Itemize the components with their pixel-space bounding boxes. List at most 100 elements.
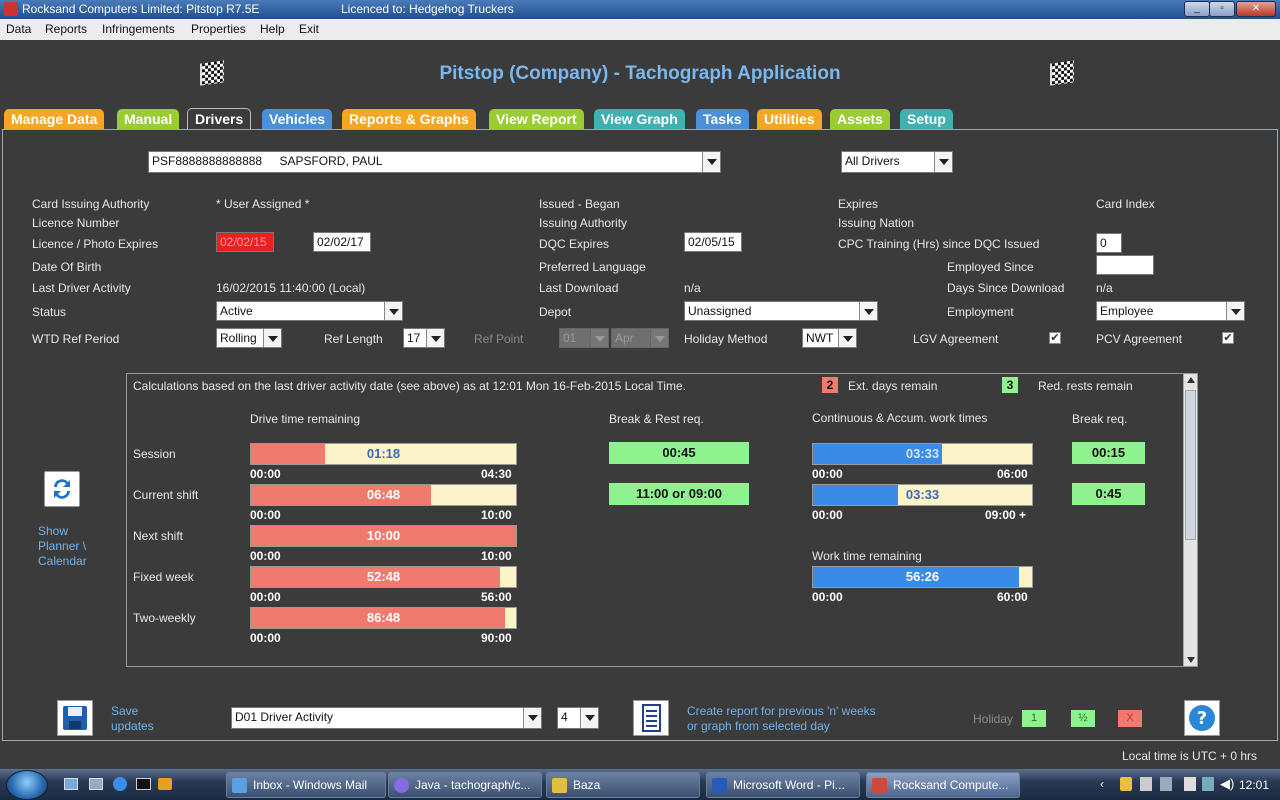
work-time-min: 00:00 <box>812 590 843 604</box>
scroll-thumb[interactable] <box>1185 390 1196 540</box>
wtd-ref-period-select[interactable]: Rolling <box>216 328 282 348</box>
show-planner-calendar-link[interactable]: Show Planner \ Calendar <box>38 524 98 569</box>
help-button[interactable]: ? <box>1184 700 1220 736</box>
continuous-work-bar-value: 03:33 <box>905 446 940 461</box>
tab-view-graph[interactable]: View Graph <box>594 109 685 129</box>
word-icon <box>712 778 727 793</box>
tab-vehicles[interactable]: Vehicles <box>262 109 333 129</box>
taskbar-item-baza[interactable]: Baza <box>546 772 700 798</box>
tray-expand-icon[interactable]: ‹ <box>1100 777 1104 791</box>
tray-monitor-icon[interactable] <box>1202 777 1214 791</box>
command-prompt-icon[interactable] <box>136 778 151 790</box>
create-report-link[interactable]: Create report for previous 'n' weeks or … <box>687 704 882 734</box>
save-button[interactable] <box>57 700 93 736</box>
ref-length-select[interactable]: 17 <box>403 328 445 348</box>
dqc-expires-field[interactable]: 02/05/15 <box>684 232 742 252</box>
maximize-icon[interactable]: ▫ <box>1209 1 1235 17</box>
tab-view-report[interactable]: View Report <box>489 109 584 129</box>
card-issuing-authority-label: Card Issuing Authority <box>32 197 150 211</box>
lgv-agreement-checkbox[interactable]: ✔ <box>1049 332 1061 344</box>
employment-label: Employment <box>947 305 1014 319</box>
break-rest-session: 00:45 <box>609 442 749 464</box>
taskbar-item-word[interactable]: Microsoft Word - Pi... <box>706 772 860 798</box>
driver-filter-value: All Drivers <box>845 154 900 168</box>
tab-setup[interactable]: Setup <box>900 109 953 129</box>
scroll-up-icon[interactable] <box>1187 377 1195 383</box>
depot-value: Unassigned <box>688 304 752 318</box>
close-icon[interactable]: ✕ <box>1236 1 1276 17</box>
tab-manual[interactable]: Manual <box>117 109 180 129</box>
session-max: 04:30 <box>481 467 512 481</box>
pcv-agreement-checkbox[interactable]: ✔ <box>1222 332 1234 344</box>
report-select[interactable]: D01 Driver Activity <box>231 707 542 729</box>
chevron-down-icon <box>859 302 877 320</box>
chevron-down-icon <box>934 152 952 172</box>
save-updates-label[interactable]: Save updates <box>111 704 161 734</box>
ref-length-value: 17 <box>407 331 421 345</box>
tab-manage-data[interactable]: Manage Data <box>4 109 105 129</box>
minimize-icon[interactable]: _ <box>1184 1 1210 17</box>
tab-assets[interactable]: Assets <box>830 109 890 129</box>
two-weekly-label: Two-weekly <box>133 611 196 625</box>
depot-select[interactable]: Unassigned <box>684 301 878 321</box>
tray-shield-icon[interactable] <box>1120 777 1132 791</box>
driver-select[interactable]: PSF8888888888888 SAPSFORD, PAUL <box>148 151 721 173</box>
tab-reports-graphs[interactable]: Reports & Graphs <box>342 109 476 129</box>
menu-bar: Data Reports Infringements Properties He… <box>0 19 1280 40</box>
ref-point-day-select[interactable]: 01 <box>559 328 609 348</box>
tray-device-icon[interactable] <box>1184 777 1196 791</box>
menu-infringements[interactable]: Infringements <box>102 22 175 36</box>
ref-point-month-value: Apr <box>615 331 634 345</box>
holiday-method-select[interactable]: NWT <box>802 328 857 348</box>
employment-select[interactable]: Employee <box>1096 301 1245 321</box>
ref-point-month-select[interactable]: Apr <box>611 328 669 348</box>
internet-explorer-icon[interactable] <box>113 777 127 791</box>
holiday-remove-button[interactable]: X <box>1118 710 1142 727</box>
menu-data[interactable]: Data <box>6 22 31 36</box>
tab-utilities[interactable]: Utilities <box>757 109 822 129</box>
start-button[interactable] <box>6 770 48 800</box>
scroll-down-icon[interactable] <box>1187 657 1195 663</box>
driver-filter-select[interactable]: All Drivers <box>841 151 953 173</box>
ref-point-day-value: 01 <box>563 331 577 345</box>
lgv-agreement-label: LGV Agreement <box>913 332 999 346</box>
tray-tool-icon[interactable] <box>1140 777 1152 791</box>
menu-reports[interactable]: Reports <box>45 22 87 36</box>
status-select[interactable]: Active <box>216 301 403 321</box>
taskbar-item-mail[interactable]: Inbox - Windows Mail <box>226 772 386 798</box>
ext-days-label: Ext. days remain <box>848 379 938 393</box>
last-download-label: Last Download <box>539 281 619 295</box>
taskbar-item-java[interactable]: Java - tachograph/c... <box>388 772 542 798</box>
menu-properties[interactable]: Properties <box>191 22 246 36</box>
expires-label: Expires <box>838 197 879 211</box>
create-report-button[interactable] <box>633 700 669 736</box>
employed-since-label: Employed Since <box>947 260 1034 274</box>
tab-tasks[interactable]: Tasks <box>696 109 749 129</box>
holiday-half-button[interactable]: ½ <box>1071 710 1095 727</box>
menu-help[interactable]: Help <box>260 22 285 36</box>
refresh-button[interactable] <box>44 471 80 507</box>
document-icon <box>642 704 661 732</box>
holiday-full-button[interactable]: 1 <box>1022 710 1046 727</box>
photo-expires-field[interactable]: 02/02/17 <box>313 232 371 252</box>
tray-volume-icon[interactable]: ◀) <box>1220 776 1234 792</box>
tab-drivers[interactable]: Drivers <box>187 108 252 130</box>
taskbar-item-pitstop[interactable]: Rocksand Compute... <box>866 772 1020 798</box>
cpc-training-label: CPC Training (Hrs) since DQC Issued <box>838 237 1040 251</box>
cpc-training-field[interactable]: 0 <box>1096 233 1122 253</box>
licence-expires-field[interactable]: 02/02/15 <box>216 232 274 252</box>
taskbar-item-java-label: Java - tachograph/c... <box>415 778 531 792</box>
weeks-select[interactable]: 4 <box>557 707 599 729</box>
drive-time-heading: Drive time remaining <box>250 412 361 426</box>
weeks-select-value: 4 <box>561 710 568 724</box>
pitstop-icon <box>872 778 887 793</box>
employed-since-field[interactable] <box>1096 255 1154 275</box>
menu-exit[interactable]: Exit <box>299 22 319 36</box>
calc-scrollbar[interactable] <box>1183 374 1197 666</box>
continuous-heading: Continuous & Accum. work times <box>812 411 988 425</box>
tray-network-icon[interactable] <box>1160 777 1172 791</box>
switch-windows-icon[interactable] <box>89 778 103 790</box>
media-player-icon[interactable] <box>158 778 172 790</box>
calc-header: Calculations based on the last driver ac… <box>133 379 686 393</box>
show-desktop-icon[interactable] <box>64 778 78 790</box>
